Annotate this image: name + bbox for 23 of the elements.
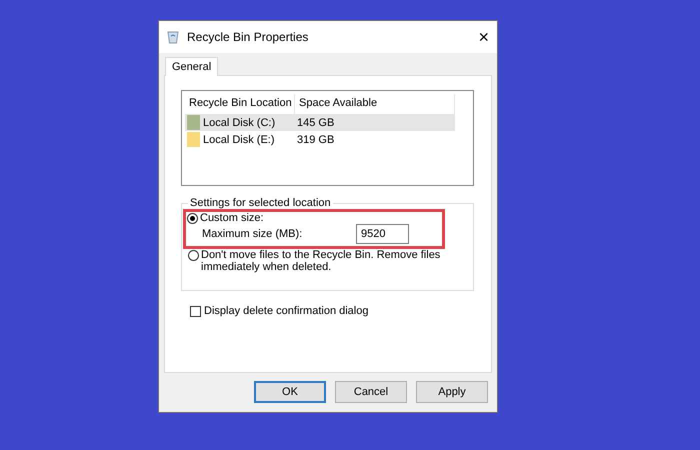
- location-cell: Local Disk (C:): [203, 116, 276, 128]
- dialog-button[interactable]: Apply: [416, 381, 488, 403]
- window-title: Recycle Bin Properties: [187, 30, 310, 44]
- max-size-field[interactable]: 9520: [356, 224, 409, 244]
- group-title: Settings for selected location: [189, 197, 332, 209]
- space-cell: 145 GB: [297, 116, 334, 128]
- checkbox[interactable]: [190, 306, 201, 316]
- checkbox-label: Display delete confirmation dialog: [204, 305, 368, 317]
- radio-button[interactable]: [188, 250, 199, 261]
- location-cell: Local Disk (E:): [203, 134, 275, 146]
- option-label: Don't move files to the Recycle Bin. Remove files immediately when deleted.: [201, 249, 442, 273]
- tab[interactable]: General: [165, 57, 218, 76]
- location-list[interactable]: Recycle Bin Location Space Available Local Disk (C:) 145 GB Local Disk (E:) 319 GB: [181, 90, 474, 186]
- radio-button[interactable]: [187, 213, 198, 224]
- dialog-button[interactable]: OK: [254, 381, 326, 403]
- dialog-button[interactable]: Cancel: [335, 381, 407, 403]
- list-row[interactable]: Local Disk (E:) 319 GB: [185, 131, 455, 148]
- space-cell: 319 GB: [297, 134, 334, 146]
- max-size-label: Maximum size (MB):: [202, 228, 304, 240]
- close-button[interactable]: ×: [478, 26, 489, 48]
- recycle-bin-icon: [167, 30, 179, 44]
- list-row[interactable]: Local Disk (C:) 145 GB: [185, 114, 455, 131]
- option-label: Custom size:: [200, 212, 264, 224]
